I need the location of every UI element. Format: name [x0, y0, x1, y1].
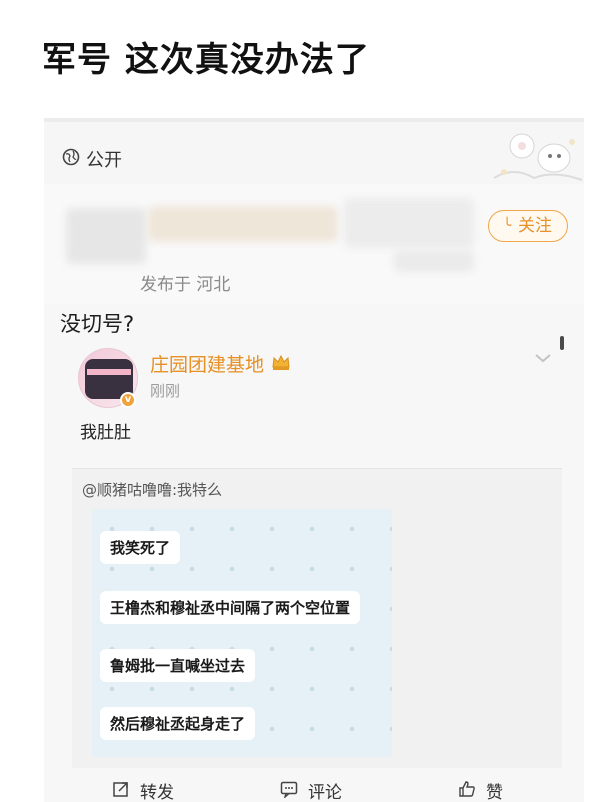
quoted-post[interactable]: @顺猪咕噜噜:我特么 我笑死了 王橹杰和穆祉丞中间隔了两个空位置 鲁姆批一直喊坐…	[72, 468, 562, 768]
blurred-meta	[394, 250, 474, 272]
visibility-bar: 公开	[44, 122, 584, 184]
weibo-post-card: 公开 ╰ 关注 发布于 河北 没切号? v 庄园团建基地 刚刚 我肚肚 @顺猪咕…	[44, 118, 584, 802]
chat-screenshot-image[interactable]: 我笑死了 王橹杰和穆祉丞中间隔了两个空位置 鲁姆批一直喊坐过去 然后穆祉丞起身走…	[92, 509, 392, 757]
scroll-indicator	[560, 336, 564, 350]
action-bar: 转发 评论 赞	[44, 776, 584, 802]
author-row-blurred	[44, 184, 584, 304]
post-location-meta: 发布于 河北	[140, 275, 231, 295]
comment-icon	[280, 781, 298, 798]
repost-timestamp: 刚刚	[150, 382, 181, 400]
post-body-text: 没切号?	[60, 312, 135, 336]
visibility-label: 公开	[86, 150, 122, 171]
chat-bubble: 我笑死了	[100, 531, 181, 564]
blurred-avatar	[66, 208, 146, 264]
share-icon	[113, 782, 128, 797]
chat-bubble: 然后穆祉丞起身走了	[100, 707, 256, 740]
follow-button[interactable]: ╰ 关注	[488, 210, 568, 242]
decorative-cartoon-art	[493, 133, 583, 181]
chat-bubble: 王橹杰和穆祉丞中间隔了两个空位置	[100, 591, 361, 624]
repost-author-name[interactable]: 庄园团建基地	[150, 350, 264, 377]
blurred-badge	[344, 198, 474, 248]
chevron-down-icon[interactable]	[534, 352, 552, 364]
crown-icon	[272, 354, 290, 370]
repost-body-text: 我肚肚	[80, 423, 131, 443]
blurred-username	[148, 206, 338, 242]
chat-bubble: 鲁姆批一直喊坐过去	[100, 649, 256, 682]
quoted-post-header[interactable]: @顺猪咕噜噜:我特么	[82, 479, 222, 500]
avatar-decoration	[87, 369, 131, 375]
verified-badge-icon: v	[120, 392, 136, 408]
follow-plus-icon: ╰	[503, 218, 512, 234]
thumbs-up-icon	[459, 781, 475, 797]
globe-icon	[62, 148, 80, 166]
headline-caption: 军号 这次真没办法了	[42, 40, 370, 80]
